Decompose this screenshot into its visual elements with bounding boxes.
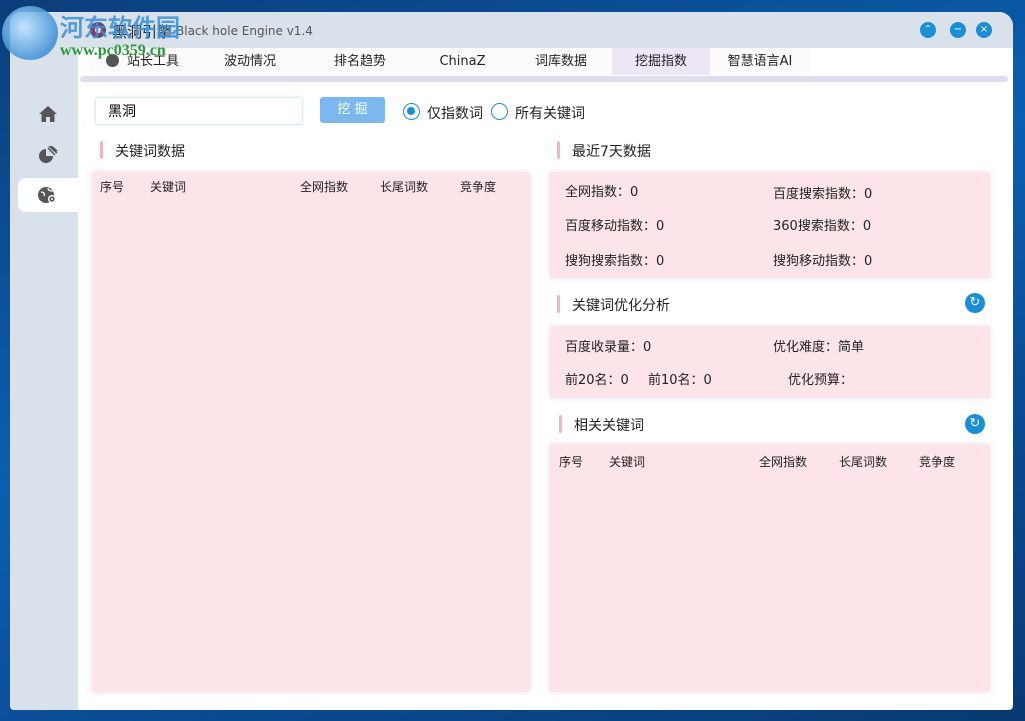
keyword-data-table[interactable]: 序号 关键词 全网指数 长尾词数 竞争度: [92, 172, 530, 692]
sidebar: [10, 48, 78, 710]
watermark-url: www.pc0359.cn: [60, 42, 166, 59]
column-header[interactable]: 全网指数: [759, 453, 807, 470]
sidebar-item-tools[interactable]: [18, 178, 78, 212]
home-icon: [39, 106, 57, 122]
radio-all-keywords-label[interactable]: 所有关键词: [515, 103, 585, 123]
optimize-heading: 关键词优化分析: [557, 295, 670, 315]
app-window: 黑洞引擎 Black hole Engine v1.4 ⌃ − × 站长工具 波…: [10, 12, 1013, 710]
radio-index-only[interactable]: [403, 103, 420, 120]
column-header[interactable]: 序号: [100, 178, 124, 195]
refresh-icon[interactable]: ↻: [965, 293, 985, 313]
stat-baidu-mobile: 百度移动指数：0: [565, 219, 665, 234]
column-header[interactable]: 全网指数: [300, 178, 348, 195]
budget: 优化预算：: [788, 373, 854, 388]
sidebar-item-chart[interactable]: [18, 138, 78, 172]
stat-sogou-search: 搜狗搜索指数：0: [565, 254, 665, 269]
tab-chinaz[interactable]: ChinaZ: [415, 48, 510, 75]
column-header[interactable]: 长尾词数: [839, 453, 887, 470]
collapse-button[interactable]: ⌃: [920, 22, 936, 38]
recent7-heading: 最近7天数据: [557, 141, 651, 161]
tab-mine-index[interactable]: 挖掘指数: [612, 48, 710, 75]
difficulty: 优化难度：简单: [773, 340, 865, 355]
optimize-panel: 百度收录量：0 优化难度：简单 前20名：0 前10名：0 优化预算：: [550, 326, 990, 398]
search-input[interactable]: [95, 97, 303, 125]
column-header[interactable]: 长尾词数: [380, 178, 428, 195]
refresh-icon[interactable]: ↻: [965, 414, 985, 434]
related-heading: 相关关键词: [559, 415, 644, 435]
radio-all-keywords[interactable]: [491, 103, 508, 120]
watermark-name: 河东软件园: [60, 13, 180, 42]
minimize-button[interactable]: −: [950, 22, 966, 38]
tab-ranking-trend[interactable]: 排名趋势: [305, 48, 415, 75]
tab-underline: [80, 76, 1008, 82]
tab-smart-ai[interactable]: 智慧语言AI: [710, 48, 810, 75]
column-header[interactable]: 关键词: [150, 178, 186, 195]
mine-button[interactable]: 挖 掘: [320, 97, 385, 123]
radio-index-only-label[interactable]: 仅指数词: [427, 103, 483, 123]
keyword-data-heading: 关键词数据: [100, 141, 185, 161]
stat-sogou-mobile: 搜狗移动指数：0: [773, 254, 873, 269]
watermark-logo: [2, 6, 58, 60]
column-header[interactable]: 竞争度: [919, 453, 955, 470]
stat-baidu-search: 百度搜索指数：0: [773, 187, 873, 202]
pie-chart-icon: [39, 146, 58, 163]
related-keywords-table[interactable]: 序号 关键词 全网指数 长尾词数 竞争度: [550, 444, 990, 692]
app-subtitle: Black hole Engine v1.4: [176, 24, 313, 38]
top10: 前10名：0: [648, 373, 712, 388]
tab-lexicon[interactable]: 词库数据: [510, 48, 612, 75]
stat-360-search: 360搜索指数：0: [773, 219, 872, 234]
stat-total-index: 全网指数：0: [565, 185, 639, 200]
recent7-panel: 全网指数：0 百度搜索指数：0 百度移动指数：0 360搜索指数：0 搜狗搜索指…: [550, 172, 990, 278]
close-button[interactable]: ×: [976, 22, 992, 38]
column-header[interactable]: 竞争度: [460, 178, 496, 195]
column-header[interactable]: 关键词: [609, 453, 645, 470]
tab-fluctuation[interactable]: 波动情况: [195, 48, 305, 75]
column-header[interactable]: 序号: [559, 453, 583, 470]
top20: 前20名：0: [565, 373, 629, 388]
globe-gear-icon: [38, 187, 56, 203]
sidebar-item-home[interactable]: [18, 97, 78, 131]
baidu-indexed: 百度收录量：0: [565, 340, 652, 355]
